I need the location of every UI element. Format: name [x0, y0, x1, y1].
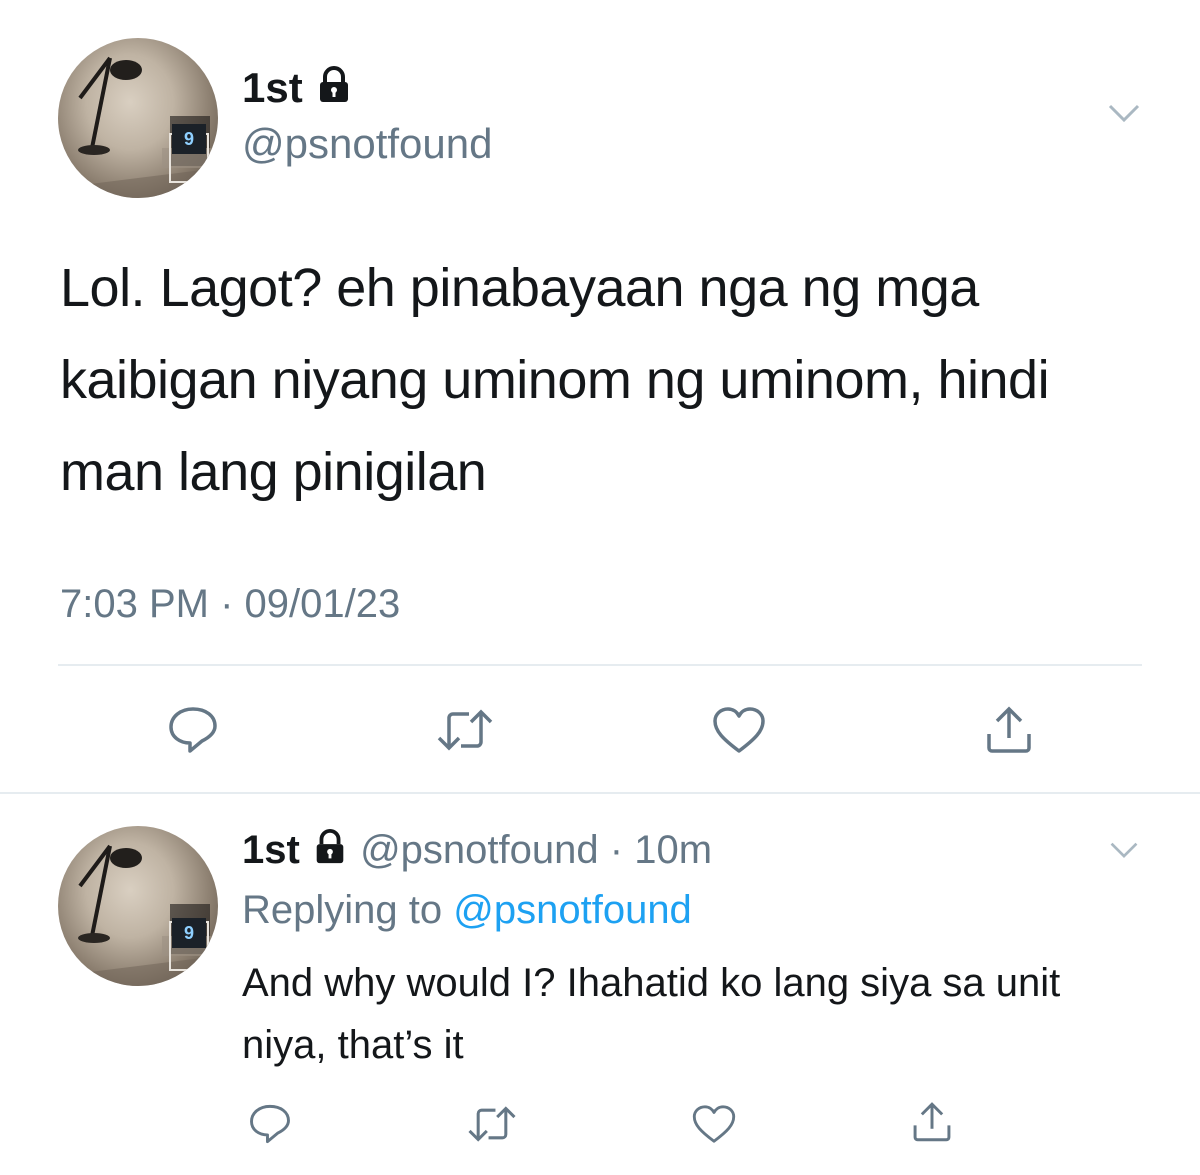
- like-icon: [711, 705, 767, 755]
- replying-to-link[interactable]: @psnotfound: [453, 888, 692, 932]
- display-name[interactable]: 1st: [242, 64, 303, 111]
- avatar[interactable]: 9: [58, 826, 218, 986]
- retweet-icon: [466, 1105, 518, 1143]
- reply-button[interactable]: [158, 700, 228, 760]
- tweet-time[interactable]: 10m: [634, 828, 712, 872]
- tweet-text: And why would I? Ihahatid ko lang siya s…: [242, 961, 1061, 1067]
- reply-header: 1st @psnotfound · 10m: [242, 826, 712, 877]
- retweet-button[interactable]: [430, 700, 500, 760]
- reply-button[interactable]: [240, 1096, 300, 1152]
- avatar-badge: 9: [172, 124, 206, 154]
- replying-to-label: Replying to: [242, 888, 443, 932]
- avatar-lamp-photo: [58, 844, 218, 986]
- replying-to: Replying to @psnotfound: [242, 886, 692, 934]
- reply-icon: [166, 705, 220, 755]
- lock-icon: [311, 828, 349, 877]
- handle[interactable]: @psnotfound: [360, 828, 599, 872]
- tweet-timestamp[interactable]: 7:03 PM · 09/01/23: [60, 578, 400, 630]
- chevron-down-icon[interactable]: [1106, 100, 1142, 129]
- divider: [58, 664, 1142, 666]
- handle[interactable]: @psnotfound: [242, 118, 492, 170]
- divider: [0, 792, 1200, 794]
- avatar-lamp-photo: [58, 56, 218, 198]
- retweet-icon: [435, 708, 495, 752]
- share-button[interactable]: [902, 1094, 962, 1150]
- separator-dot: ·: [609, 828, 624, 872]
- tweet-text: Lol. Lagot? eh pinabayaan nga ng mga kai…: [60, 258, 1050, 502]
- share-icon: [983, 704, 1035, 756]
- avatar[interactable]: 9: [58, 38, 218, 198]
- share-button[interactable]: [974, 700, 1044, 760]
- avatar-badge: 9: [172, 918, 206, 948]
- reply-icon: [247, 1103, 293, 1145]
- retweet-button[interactable]: [462, 1096, 522, 1152]
- like-button[interactable]: [704, 700, 774, 760]
- chevron-down-icon[interactable]: [1108, 838, 1140, 865]
- lock-icon: [314, 65, 354, 117]
- share-icon: [910, 1100, 954, 1144]
- like-button[interactable]: [684, 1096, 744, 1152]
- display-name[interactable]: 1st: [242, 828, 300, 872]
- display-name-row: 1st: [242, 62, 354, 117]
- like-icon: [691, 1103, 737, 1145]
